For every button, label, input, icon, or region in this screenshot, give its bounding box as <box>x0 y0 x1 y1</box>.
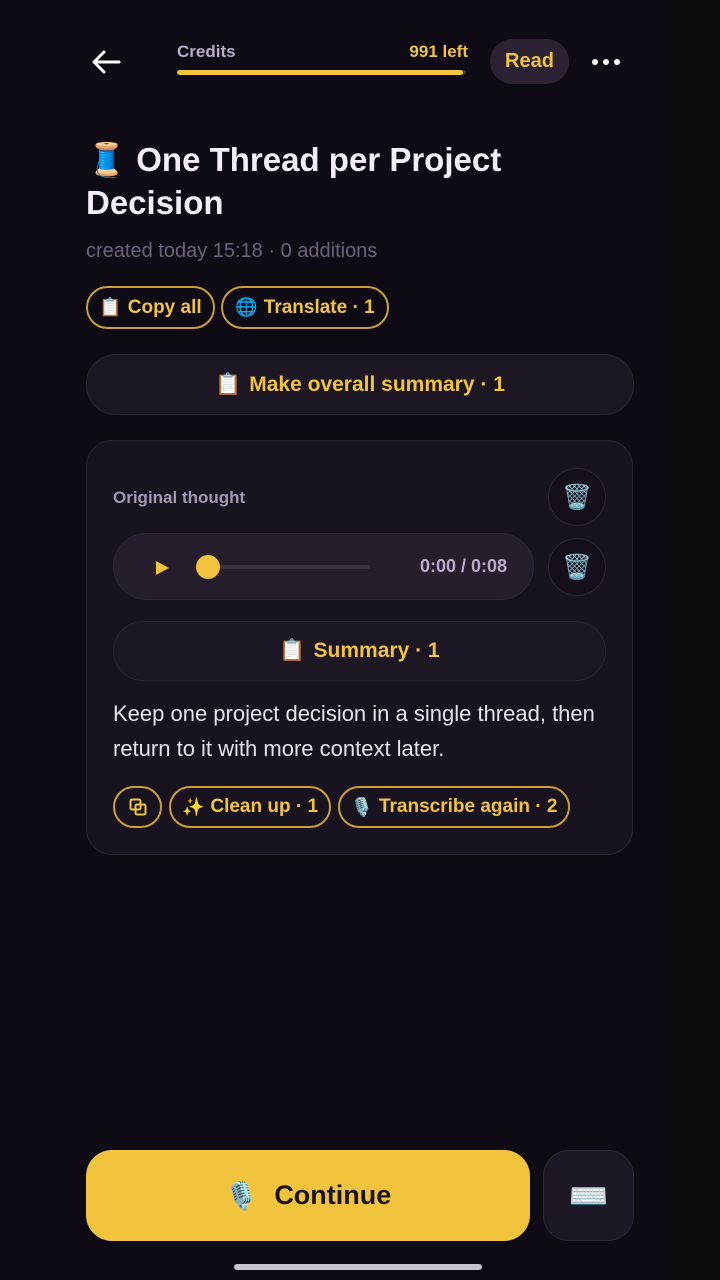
more-dot-icon <box>614 59 620 65</box>
continue-button[interactable]: 🎙️ Continue <box>86 1150 530 1241</box>
thread-icon: 🧵 <box>86 141 128 178</box>
back-button[interactable] <box>86 40 126 84</box>
globe-icon: 🌐 <box>235 297 258 317</box>
delete-audio-button[interactable]: 🗑️ <box>548 538 606 596</box>
thought-text: Keep one project decision in a single th… <box>113 701 595 761</box>
clipboard-icon: 📋 <box>215 372 242 396</box>
microphone-icon: 🎙️ <box>350 796 373 817</box>
audio-time: 0:00 / 0:08 <box>419 556 507 576</box>
credits-progress-fill <box>177 70 464 75</box>
microphone-icon: 🎙️ <box>224 1180 259 1211</box>
note-meta: created today 15:18 · 0 additions <box>86 240 378 262</box>
credits-remaining: 991 left <box>409 42 468 61</box>
copy-all-label: Copy all <box>127 296 202 318</box>
continue-label: Continue <box>274 1180 392 1210</box>
copy-all-button[interactable]: 📋 Copy all <box>86 286 215 329</box>
copy-icon <box>129 798 146 816</box>
transcribe-again-button[interactable]: 🎙️ Transcribe again · 2 <box>338 786 570 828</box>
translate-label: Translate · 1 <box>263 296 375 318</box>
clean-up-button[interactable]: ✨ Clean up · 1 <box>169 786 331 828</box>
summary-button[interactable]: 📋 Summary · 1 <box>113 621 606 681</box>
more-dot-icon <box>603 59 609 65</box>
more-options-button[interactable] <box>584 42 628 82</box>
delete-thought-button[interactable]: 🗑️ <box>548 468 606 526</box>
summary-label: Summary · 1 <box>313 639 440 662</box>
audio-scrubber-track[interactable] <box>208 565 370 569</box>
credits-label: Credits <box>177 42 236 61</box>
clipboard-icon: 📋 <box>99 297 122 317</box>
copy-thought-button[interactable] <box>113 786 162 828</box>
play-icon[interactable] <box>152 558 172 578</box>
trash-icon: 🗑️ <box>562 483 592 511</box>
credits-progress-bar <box>177 70 466 75</box>
page-title-text: One Thread per Project Decision <box>86 141 502 221</box>
sparkles-icon: ✨ <box>181 796 205 817</box>
keyboard-icon: ⌨️ <box>568 1177 609 1214</box>
overall-summary-button[interactable]: 📋 Make overall summary · 1 <box>86 354 634 415</box>
overall-summary-label: Make overall summary · 1 <box>249 372 505 396</box>
translate-button[interactable]: 🌐 Translate · 1 <box>221 286 389 329</box>
audio-scrubber-handle[interactable] <box>196 555 220 579</box>
clipboard-icon: 📋 <box>279 639 306 662</box>
screen-edge <box>660 0 720 1280</box>
keyboard-button[interactable]: ⌨️ <box>543 1150 634 1241</box>
transcribe-again-label: Transcribe again · 2 <box>378 796 558 817</box>
more-dot-icon <box>592 59 598 65</box>
page-title: 🧵 One Thread per Project Decision <box>86 138 626 224</box>
home-indicator <box>234 1264 482 1270</box>
original-thought-label: Original thought <box>113 488 246 507</box>
clean-up-label: Clean up · 1 <box>210 796 319 817</box>
read-button[interactable]: Read <box>490 39 569 84</box>
arrow-left-icon <box>92 50 121 74</box>
trash-icon: 🗑️ <box>562 553 592 581</box>
